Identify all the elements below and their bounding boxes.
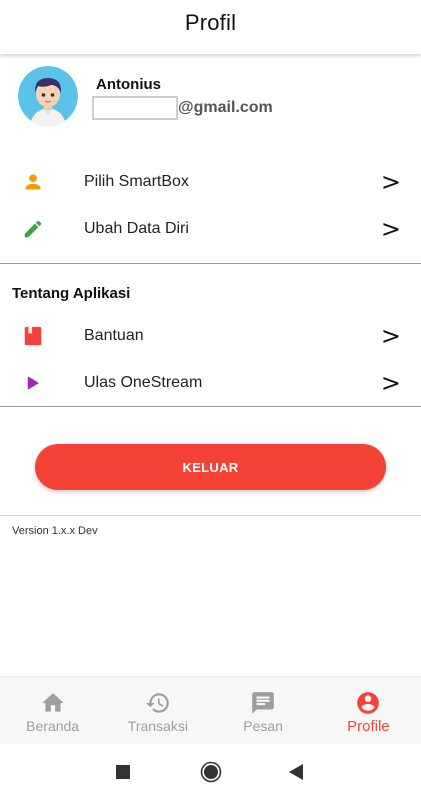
bottom-nav: Beranda Transaksi Pesan Profile [0,676,421,744]
menu-item-label: Ulas OneStream [84,374,203,391]
tab-label: Profile [347,718,390,735]
section-divider [0,263,421,264]
play-icon [20,370,46,396]
square-icon [116,765,130,779]
tab-beranda[interactable]: Beranda [0,677,105,744]
book-icon [20,323,46,349]
message-icon [250,690,276,716]
tab-pesan[interactable]: Pesan [211,677,316,744]
menu-item-ulas-onestream[interactable]: Ulas OneStream > [0,360,421,406]
chevron-right-icon: > [380,322,401,350]
triangle-back-icon [289,764,303,780]
person-icon [20,169,46,195]
user-avatar-icon [18,66,78,126]
menu-item-label: Pilih SmartBox [84,173,189,190]
chevron-right-icon: > [380,215,401,243]
section-divider [0,406,421,407]
history-icon [145,690,171,716]
menu-item-label: Ubah Data Diri [84,220,189,237]
logout-button[interactable]: KELUAR [35,444,386,490]
home-button[interactable] [200,761,222,788]
app-header: Profil [0,0,421,54]
email-row: @gmail.com [92,96,273,120]
profile-card: Antonius @gmail.com [18,66,408,126]
pencil-icon [20,216,46,242]
email-domain: @gmail.com [178,99,273,116]
tab-label: Pesan [243,718,283,734]
tab-label: Beranda [26,718,80,734]
app-version: Version 1.x.x Dev [12,525,98,537]
menu-item-pilih-smartbox[interactable]: Pilih SmartBox > [0,159,421,205]
chevron-right-icon: > [380,168,401,196]
avatar [18,66,78,126]
email-redaction-box [92,96,178,120]
menu-item-bantuan[interactable]: Bantuan > [0,313,421,359]
page-title: Profil [184,10,237,35]
section-title-tentang-aplikasi: Tentang Aplikasi [12,285,131,302]
home-icon [40,690,66,716]
tab-profile[interactable]: Profile [316,677,421,744]
profile-name: Antonius [96,76,161,93]
tab-transaksi[interactable]: Transaksi [105,677,210,744]
tab-label: Transaksi [127,718,188,734]
version-divider [0,515,421,516]
system-nav-bar [0,744,421,800]
menu-item-ubah-data-diri[interactable]: Ubah Data Diri > [0,206,421,252]
account-circle-icon [355,690,381,716]
recents-button[interactable] [116,765,130,784]
chevron-right-icon: > [380,369,401,397]
menu-item-label: Bantuan [84,327,144,344]
circle-icon [200,761,222,783]
back-button[interactable] [289,764,303,785]
